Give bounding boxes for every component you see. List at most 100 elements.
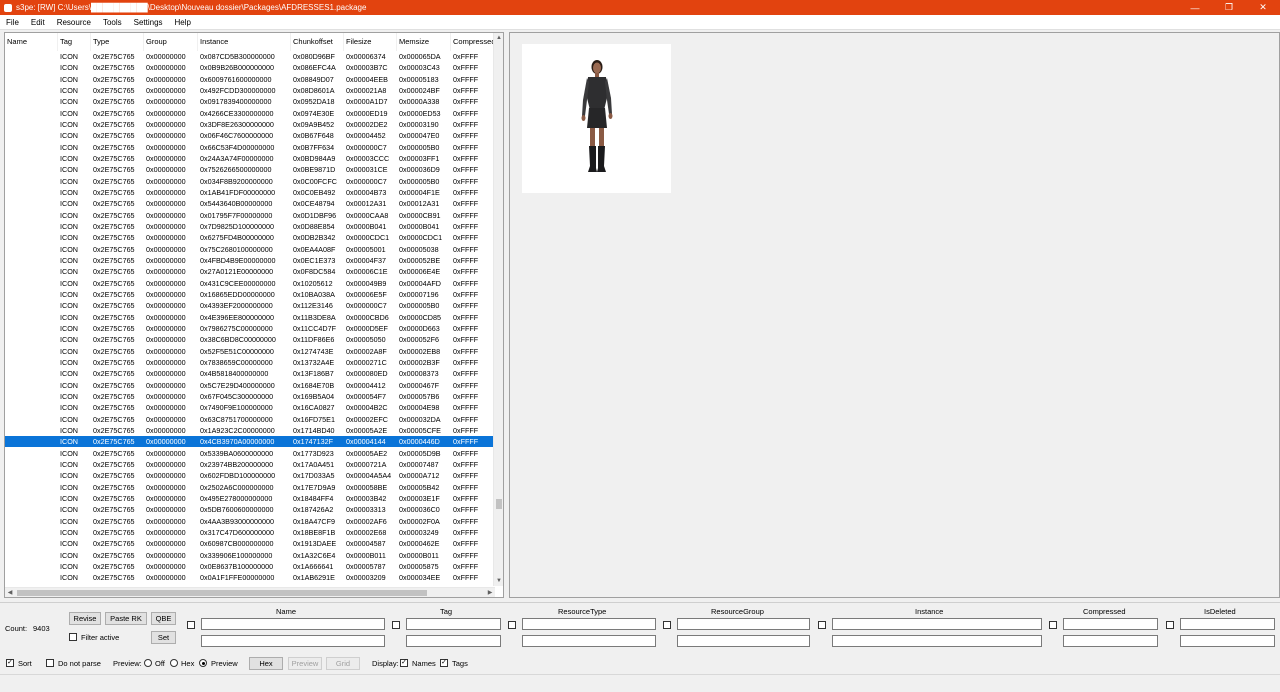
table-row[interactable]: ICON 0x2E75C765 0x00000000 0x60097616000000… (5, 74, 495, 85)
filter-resourcetype-value-field[interactable] (522, 635, 656, 647)
scroll-left-icon[interactable]: ◀ (5, 588, 15, 597)
menu-edit[interactable]: Edit (25, 18, 51, 27)
revise-button[interactable]: Revise (69, 612, 101, 625)
table-row[interactable]: ICON 0x2E75C765 0x00000000 0x4266CE33000000… (5, 108, 495, 119)
menu-help[interactable]: Help (169, 18, 197, 27)
filter-resourcegroup-value-field[interactable] (677, 635, 810, 647)
table-row[interactable]: ICON 0x2E75C765 0x00000000 0x0E8637B1000000… (5, 561, 495, 572)
filter-instance-value-field[interactable] (832, 635, 1042, 647)
paste-rk-button[interactable]: Paste RK (105, 612, 147, 625)
table-row[interactable]: ICON 0x2E75C765 0x00000000 0x602FDBD1000000… (5, 470, 495, 481)
scroll-up-icon[interactable]: ▲ (494, 33, 503, 43)
maximize-icon[interactable]: ❐ (1212, 0, 1246, 15)
filter-name-value-field[interactable] (201, 635, 385, 647)
scroll-thumb[interactable] (496, 499, 502, 509)
table-row[interactable]: ICON 0x2E75C765 0x00000000 0x1A923C2C000000… (5, 425, 495, 436)
filter-resourcegroup-field[interactable] (677, 618, 810, 630)
filter-name-field[interactable] (201, 618, 385, 630)
filter-isdeleted-checkbox[interactable] (1166, 621, 1174, 629)
table-row[interactable]: ICON 0x2E75C765 0x00000000 0x01795F7F000000… (5, 210, 495, 221)
table-row[interactable]: ICON 0x2E75C765 0x00000000 0x5C7E29D4000000… (5, 380, 495, 391)
filter-tag-checkbox[interactable] (392, 621, 400, 629)
menu-resource[interactable]: Resource (51, 18, 97, 27)
filter-tag-field[interactable] (406, 618, 501, 630)
horizontal-scrollbar[interactable]: ◀ ▶ (5, 587, 495, 597)
vertical-scrollbar[interactable]: ▲ ▼ (493, 33, 503, 586)
table-row[interactable]: ICON 0x2E75C765 0x00000000 0x24A3A74F000000… (5, 153, 495, 164)
do-not-parse-checkbox[interactable] (46, 659, 54, 667)
table-row[interactable]: ICON 0x2E75C765 0x00000000 0x66C53F4D000000… (5, 142, 495, 153)
table-row[interactable]: ICON 0x2E75C765 0x00000000 0x27A0121E000000… (5, 266, 495, 277)
table-row[interactable]: ICON 0x2E75C765 0x00000000 0x38C6BD8C000000… (5, 334, 495, 345)
preview-button[interactable]: Preview (288, 657, 322, 670)
table-row[interactable]: ICON 0x2E75C765 0x00000000 0x16865EDD000000… (5, 289, 495, 300)
column-header[interactable]: Memsize (397, 33, 451, 51)
menu-tools[interactable]: Tools (97, 18, 128, 27)
filter-name-checkbox[interactable] (187, 621, 195, 629)
column-header[interactable]: Chunkoffset (291, 33, 344, 51)
set-button[interactable]: Set (151, 631, 176, 644)
table-row[interactable]: ICON 0x2E75C765 0x00000000 0x4E396EE8000000… (5, 312, 495, 323)
filter-resourcetype-checkbox[interactable] (508, 621, 516, 629)
table-row[interactable]: ICON 0x2E75C765 0x00000000 0x431C9CEE000000… (5, 278, 495, 289)
table-row[interactable]: ICON 0x2E75C765 0x00000000 0x0A1F1FFE000000… (5, 572, 495, 583)
table-row[interactable]: ICON 0x2E75C765 0x00000000 0x339906E1000000… (5, 549, 495, 560)
column-header[interactable]: Name (5, 33, 58, 51)
table-row[interactable]: ICON 0x2E75C765 0x00000000 0x06F46C76000000… (5, 130, 495, 141)
close-icon[interactable]: ✕ (1246, 0, 1280, 15)
filter-active-checkbox[interactable] (69, 633, 77, 641)
column-header[interactable]: Group (144, 33, 198, 51)
tags-checkbox[interactable]: ✓ (440, 659, 448, 667)
table-row[interactable]: ICON 0x2E75C765 0x00000000 0x034F8B92000000… (5, 176, 495, 187)
preview-off-radio[interactable] (144, 659, 152, 667)
scroll-right-icon[interactable]: ▶ (485, 588, 495, 597)
column-header[interactable]: Instance (198, 33, 291, 51)
table-row[interactable]: ICON 0x2E75C765 0x00000000 0x5DB76006000000… (5, 504, 495, 515)
table-row[interactable]: ICON 0x2E75C765 0x00000000 0x7986275C000000… (5, 323, 495, 334)
filter-compressed-checkbox[interactable] (1049, 621, 1057, 629)
table-row[interactable]: ICON 0x2E75C765 0x00000000 0x4CB3970A000000… (5, 436, 495, 448)
table-row[interactable]: ICON 0x2E75C765 0x00000000 0x7D9825D1000000… (5, 221, 495, 232)
column-header[interactable]: Tag (58, 33, 91, 51)
filter-compressed-value-field[interactable] (1063, 635, 1158, 647)
table-row[interactable]: ICON 0x2E75C765 0x00000000 0x6275FD4B000000… (5, 232, 495, 243)
table-row[interactable]: ICON 0x2E75C765 0x00000000 0x495E2780000000… (5, 493, 495, 504)
table-row[interactable]: ICON 0x2E75C765 0x00000000 0x52F5E51C000000… (5, 346, 495, 357)
table-row[interactable]: ICON 0x2E75C765 0x00000000 0x2502A6C0000000… (5, 481, 495, 492)
table-row[interactable]: ICON 0x2E75C765 0x00000000 0x09178394000000… (5, 96, 495, 107)
column-header[interactable]: Type (91, 33, 144, 51)
sort-checkbox[interactable]: ✓ (6, 659, 14, 667)
table-row[interactable]: ICON 0x2E75C765 0x00000000 0x492FCDD3000000… (5, 85, 495, 96)
table-row[interactable]: ICON 0x2E75C765 0x00000000 0x63C87517000000… (5, 414, 495, 425)
filter-tag-value-field[interactable] (406, 635, 501, 647)
table-row[interactable]: ICON 0x2E75C765 0x00000000 0x5443640B000000… (5, 198, 495, 209)
filter-resourcetype-field[interactable] (522, 618, 656, 630)
table-row[interactable]: ICON 0x2E75C765 0x00000000 0x4AA3B930000000… (5, 515, 495, 526)
column-header[interactable]: Filesize (344, 33, 397, 51)
table-row[interactable]: ICON 0x2E75C765 0x00000000 0x7838659C000000… (5, 357, 495, 368)
table-row[interactable]: ICON 0x2E75C765 0x00000000 0x1AB41FDF000000… (5, 187, 495, 198)
table-row[interactable]: ICON 0x2E75C765 0x00000000 0x7490F9E1000000… (5, 402, 495, 413)
scroll-down-icon[interactable]: ▼ (494, 576, 503, 586)
table-row[interactable]: ICON 0x2E75C765 0x00000000 0x3DF8E263000000… (5, 119, 495, 130)
scroll-thumb[interactable] (17, 590, 427, 596)
preview-preview-radio[interactable] (199, 659, 207, 667)
table-row[interactable]: ICON 0x2E75C765 0x00000000 0x60987CB0000000… (5, 538, 495, 549)
table-row[interactable]: ICON 0x2E75C765 0x00000000 0x5339BA06000000… (5, 447, 495, 458)
table-row[interactable]: ICON 0x2E75C765 0x00000000 0x75262665000000… (5, 164, 495, 175)
filter-resourcegroup-checkbox[interactable] (663, 621, 671, 629)
filter-instance-field[interactable] (832, 618, 1042, 630)
filter-compressed-field[interactable] (1063, 618, 1158, 630)
column-header[interactable]: Compressed (451, 33, 495, 51)
filter-isdeleted-field[interactable] (1180, 618, 1275, 630)
names-checkbox[interactable]: ✓ (400, 659, 408, 667)
qbe-button[interactable]: QBE (151, 612, 176, 625)
grid-button[interactable]: Grid (326, 657, 360, 670)
menu-file[interactable]: File (0, 18, 25, 27)
menu-settings[interactable]: Settings (128, 18, 169, 27)
table-row[interactable]: ICON 0x2E75C765 0x00000000 0x0B9B26B0000000… (5, 62, 495, 73)
minimize-icon[interactable]: — (1178, 0, 1212, 15)
filter-isdeleted-value-field[interactable] (1180, 635, 1275, 647)
table-row[interactable]: ICON 0x2E75C765 0x00000000 0x4FBD4B9E000000… (5, 255, 495, 266)
table-row[interactable]: ICON 0x2E75C765 0x00000000 0x4393EF20000000… (5, 300, 495, 311)
